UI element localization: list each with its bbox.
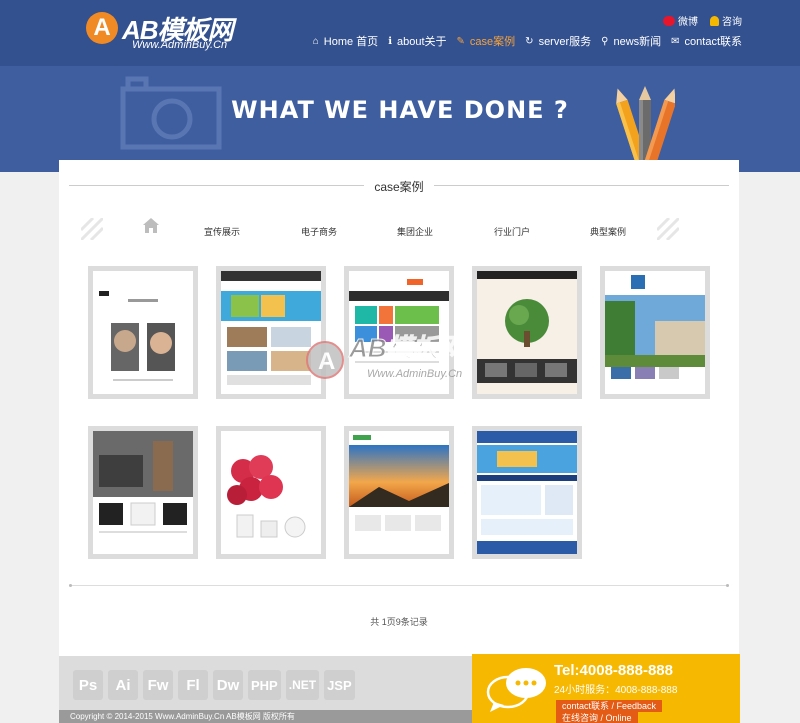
- copyright: Copyright © 2014-2015 Www.AdminBuy.Cn AB…: [59, 710, 472, 723]
- badge-ai: Ai: [108, 670, 138, 700]
- nav-label: server服务: [538, 36, 592, 48]
- tab-ecommerce[interactable]: 电子商务: [301, 225, 337, 238]
- site-header: A AB模板网 Www.AdminBuy.Cn 微博 咨询 ⌂ Home 首页 …: [0, 0, 800, 66]
- top-links: 微博 咨询: [663, 13, 742, 28]
- pagination-info: 共 1页9条记录: [370, 617, 428, 627]
- footer-contact: Tel:4008-888-888 24小时服务：4008-888-888 con…: [472, 654, 740, 723]
- page-banner: WHAT WE HAVE DONE ?: [0, 66, 800, 172]
- mail-icon: ✉: [671, 35, 680, 47]
- weibo-icon: [663, 15, 675, 26]
- home-icon: ⌂: [312, 35, 319, 47]
- badge-fw: Fw: [143, 670, 173, 700]
- site-preview: [349, 435, 449, 531]
- site-preview: [477, 431, 577, 554]
- refresh-icon: ↻: [525, 35, 534, 47]
- site-preview: [605, 275, 705, 379]
- search-icon: ⚲: [601, 35, 609, 47]
- online-consult-button[interactable]: 在线咨询 / Online: [556, 712, 638, 723]
- case-panel: case案例 宣传展示 电子商务 集团企业 行业门户 典型案例 共 1页9条记录: [59, 160, 739, 656]
- tech-badges: Ps Ai Fw Fl Dw PHP .NET JSP: [73, 670, 355, 700]
- nav-label: case案例: [469, 36, 516, 48]
- badge-fl: Fl: [178, 670, 208, 700]
- top-link-label: 微博: [678, 17, 698, 28]
- home-icon[interactable]: [142, 217, 160, 233]
- footer-tech: Ps Ai Fw Fl Dw PHP .NET JSP Copyright © …: [59, 656, 472, 723]
- pencil-icon: ✎: [456, 35, 465, 47]
- section-title: case案例: [374, 180, 424, 194]
- content-divider: [69, 584, 729, 587]
- nav-label: Home 首页: [323, 36, 379, 48]
- nav-item-server[interactable]: ↻ server服务: [525, 33, 591, 49]
- main-nav: ⌂ Home 首页 ℹ about关于 ✎ case案例 ↻ server服务 …: [313, 33, 742, 49]
- case-thumbnail[interactable]: [600, 266, 710, 399]
- top-link-consult[interactable]: 咨询: [710, 13, 742, 28]
- case-thumbnail[interactable]: [88, 266, 198, 399]
- contact-phone: Tel:4008-888-888: [554, 662, 673, 679]
- logo-mark: A: [86, 12, 118, 44]
- nav-item-case[interactable]: ✎ case案例: [457, 33, 516, 49]
- category-tabs: 宣传展示 电子商务 集团企业 行业门户 典型案例: [79, 215, 719, 245]
- badge-ps: Ps: [73, 670, 103, 700]
- site-logo[interactable]: A AB模板网 Www.AdminBuy.Cn: [86, 10, 256, 54]
- svg-text:A: A: [318, 348, 335, 375]
- divider: [434, 185, 729, 186]
- site-preview: [99, 291, 175, 381]
- watermark-title: AB模板网: [348, 333, 469, 363]
- watermark-subtitle: Www.AdminBuy.Cn: [367, 368, 462, 380]
- nav-label: about关于: [397, 36, 447, 48]
- nav-item-about[interactable]: ℹ about关于: [388, 33, 446, 49]
- logo-subtitle: Www.AdminBuy.Cn: [132, 39, 228, 51]
- chat-bubble-icon: [486, 668, 546, 712]
- nav-label: news新闻: [613, 36, 662, 48]
- feedback-button[interactable]: contact联系 / Feedback: [556, 700, 663, 712]
- watermark-logo: A AB模板网 Www.AdminBuy.Cn: [306, 333, 469, 380]
- tab-enterprise[interactable]: 集团企业: [397, 225, 433, 238]
- badge-dw: Dw: [213, 670, 243, 700]
- top-link-label: 咨询: [722, 17, 742, 28]
- qq-icon: [710, 15, 719, 26]
- hotline-text: 24小时服务：4008-888-888: [554, 685, 678, 696]
- stripe-decoration-right: [657, 218, 679, 240]
- stripe-decoration-left: [81, 218, 103, 240]
- badge-jsp: JSP: [324, 670, 355, 700]
- nav-item-news[interactable]: ⚲ news新闻: [601, 33, 661, 49]
- case-thumbnail[interactable]: [216, 426, 326, 559]
- site-preview: [93, 431, 193, 533]
- tab-typical[interactable]: 典型案例: [590, 225, 626, 238]
- banner-title: WHAT WE HAVE DONE ?: [231, 96, 569, 124]
- info-icon: ℹ: [388, 35, 392, 47]
- case-thumbnail[interactable]: [344, 426, 454, 559]
- top-link-weibo[interactable]: 微博: [663, 13, 698, 28]
- badge-net: .NET: [285, 670, 320, 700]
- case-thumbnail[interactable]: [88, 426, 198, 559]
- nav-item-contact[interactable]: ✉ contact联系: [671, 33, 742, 49]
- case-thumbnail[interactable]: [472, 426, 582, 559]
- nav-label: contact联系: [684, 36, 742, 48]
- badge-php: PHP: [248, 670, 281, 700]
- site-preview: [227, 455, 306, 538]
- nav-item-home[interactable]: ⌂ Home 首页: [313, 33, 378, 49]
- tab-portal[interactable]: 行业门户: [494, 225, 530, 238]
- tab-promo[interactable]: 宣传展示: [204, 225, 240, 238]
